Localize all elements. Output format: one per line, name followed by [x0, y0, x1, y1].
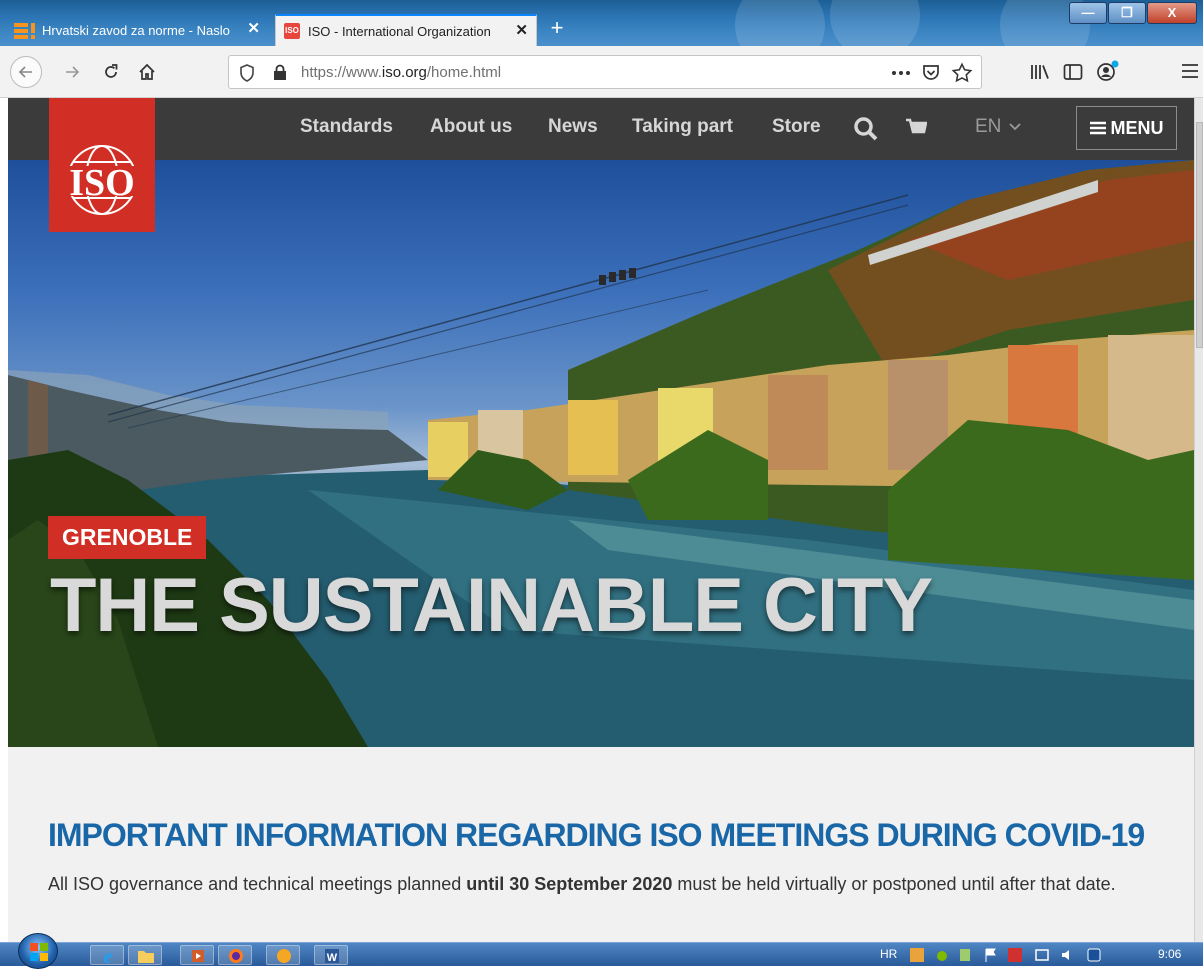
nav-store[interactable]: Store [772, 116, 821, 138]
ie-icon: e [104, 946, 113, 968]
nav-taking-part[interactable]: Taking part [632, 116, 733, 138]
system-clock: 9:06 [1158, 947, 1182, 961]
tab-hrvatski-zavod[interactable]: Hrvatski zavod za norme - Naslo ✕ [6, 14, 268, 46]
search-icon[interactable] [853, 116, 879, 142]
hero-city-badge: GRENOBLE [48, 516, 207, 559]
back-button[interactable] [10, 56, 42, 88]
covid-notice-heading[interactable]: IMPORTANT INFORMATION REGARDING ISO MEET… [48, 817, 1145, 854]
home-button[interactable] [131, 56, 163, 88]
forward-arrow-icon [66, 66, 80, 78]
notice-text-after: must be held virtually or postponed unti… [672, 874, 1116, 894]
browser-title-bar: Hrvatski zavod za norme - Naslo ✕ ISO IS… [0, 0, 1203, 46]
nav-about-us[interactable]: About us [430, 116, 512, 138]
close-tab-icon[interactable]: ✕ [247, 19, 260, 37]
star-icon[interactable] [951, 62, 973, 84]
firefox-taskbar-button[interactable] [218, 945, 252, 965]
grenoble-cityscape-image [8, 160, 1194, 747]
windows-logo-icon [30, 943, 48, 961]
globe-icon: ISO [59, 145, 145, 215]
language-selector[interactable]: EN [975, 116, 1022, 138]
hamburger-icon[interactable] [1181, 63, 1199, 79]
chevron-down-icon [1009, 123, 1022, 131]
notice-text-bold: until 30 September 2020 [466, 874, 673, 894]
word-icon: W [325, 949, 339, 964]
iso-logo[interactable]: ISO [49, 98, 155, 232]
hzn-favicon [14, 22, 36, 39]
new-tab-button[interactable]: + [541, 14, 573, 44]
hero-title: THE SUSTAINABLE CITY [50, 563, 933, 648]
language-code: EN [975, 116, 1002, 137]
url-text: https://www.iso.org/home.html [301, 64, 501, 81]
reload-icon [105, 64, 118, 78]
media-player-taskbar-button[interactable] [180, 945, 214, 965]
navigation-toolbar: https://www.iso.org/home.html [0, 46, 1203, 98]
url-domain: iso.org [381, 64, 427, 81]
address-bar[interactable]: https://www.iso.org/home.html [228, 55, 982, 89]
word-taskbar-button[interactable]: W [314, 945, 348, 965]
more-icon[interactable] [891, 70, 911, 76]
tab-title: ISO - International Organization [308, 23, 491, 39]
input-language[interactable]: HR [880, 947, 897, 961]
scrollbar-thumb[interactable] [1196, 122, 1203, 348]
svg-text:e: e [104, 946, 113, 966]
window-close-button[interactable]: X [1147, 2, 1197, 24]
ie-taskbar-button[interactable]: e [90, 945, 124, 968]
forward-button[interactable] [56, 56, 88, 88]
maximize-button[interactable]: ❐ [1108, 2, 1146, 24]
minimize-button[interactable]: — [1069, 2, 1107, 24]
hero-banner[interactable]: GRENOBLE THE SUSTAINABLE CITY [8, 160, 1194, 747]
nav-standards[interactable]: Standards [300, 116, 393, 138]
home-icon [139, 63, 155, 80]
menu-button[interactable]: MENU [1076, 106, 1177, 150]
account-icon[interactable] [1096, 60, 1120, 82]
folder-icon [138, 951, 154, 963]
url-prefix: https://www. [301, 64, 382, 81]
app-icon [277, 949, 291, 963]
reload-button[interactable] [95, 56, 127, 88]
tray-icons[interactable] [908, 947, 1138, 963]
nav-news[interactable]: News [548, 116, 598, 138]
pocket-icon[interactable] [921, 63, 941, 83]
shield-icon [240, 64, 254, 82]
firefox-icon [229, 949, 243, 963]
cart-icon[interactable] [905, 118, 927, 140]
url-path: /home.html [426, 64, 502, 81]
back-arrow-icon [18, 66, 32, 78]
app-taskbar-button[interactable] [266, 945, 300, 965]
notice-section: IMPORTANT INFORMATION REGARDING ISO MEET… [8, 747, 1194, 942]
lock-icon [274, 64, 286, 80]
covid-notice-text: All ISO governance and technical meeting… [48, 871, 1148, 898]
page-scrollbar[interactable] [1194, 98, 1203, 942]
notice-text-before: All ISO governance and technical meeting… [48, 874, 467, 894]
menu-label: MENU [1110, 118, 1164, 138]
sidebar-icon[interactable] [1063, 63, 1083, 81]
library-icon[interactable] [1030, 63, 1050, 81]
explorer-taskbar-button[interactable] [128, 945, 162, 965]
media-player-icon [192, 950, 204, 962]
start-button[interactable] [18, 933, 58, 969]
iso-favicon: ISO [284, 23, 300, 39]
tab-title: Hrvatski zavod za norme - Naslo [42, 22, 230, 38]
site-navigation-bar: Standards About us News Taking part Stor… [8, 98, 1194, 160]
close-tab-icon[interactable]: ✕ [515, 21, 528, 39]
hamburger-icon [1089, 121, 1106, 135]
svg-text:W: W [327, 952, 338, 964]
tab-iso[interactable]: ISO ISO - International Organization ✕ [275, 14, 537, 46]
iso-logo-text: ISO [69, 162, 134, 204]
windows-taskbar: e W HR 9:06 [0, 933, 1203, 969]
